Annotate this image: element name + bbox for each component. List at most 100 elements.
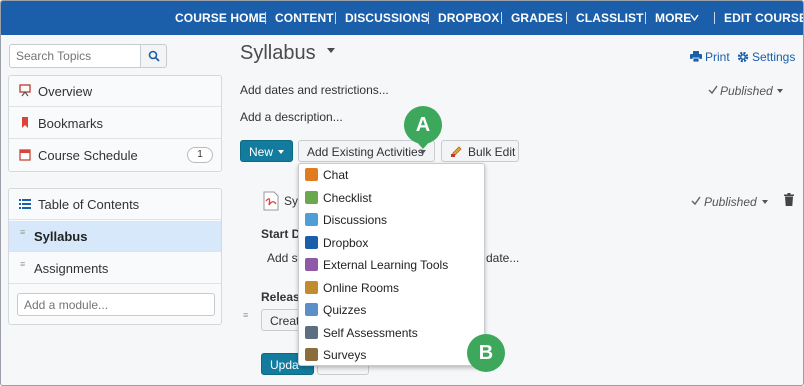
menu-item-surveys[interactable]: Surveys	[299, 344, 484, 366]
release-conditions-heading: Releas	[261, 290, 300, 304]
chevron-down-icon	[420, 150, 426, 154]
page-title: Syllabus	[240, 42, 316, 64]
sidebar-item-assignments[interactable]: ≡ Assignments	[9, 253, 221, 284]
nav-classlist[interactable]: CLASSLIST	[576, 11, 644, 25]
search-button[interactable]	[141, 44, 167, 68]
nav-content[interactable]: CONTENT	[275, 11, 334, 25]
sidebar-item-label: Syllabus	[34, 229, 88, 244]
new-button[interactable]: New	[240, 140, 293, 162]
gear-icon	[737, 51, 749, 63]
topic-published-status[interactable]: Published	[704, 195, 757, 209]
menu-item-label: External Learning Tools	[323, 258, 449, 272]
chevron-down-icon[interactable]	[762, 200, 768, 204]
sidebar-item-label: Table of Contents	[38, 197, 140, 212]
update-button-label: Upda	[270, 358, 299, 372]
published-status[interactable]: Published	[720, 84, 773, 98]
app-frame: COURSE HOME CONTENT DISCUSSIONS DROPBOX …	[0, 0, 804, 386]
menu-item-checklist[interactable]: Checklist	[299, 187, 484, 209]
menu-item-label: Chat	[323, 168, 349, 182]
drag-handle-icon[interactable]: ≡	[20, 260, 26, 273]
nav-more[interactable]: MORE	[655, 11, 691, 25]
bulk-edit-button[interactable]: Bulk Edit	[441, 140, 519, 162]
menu-item-external-learning-tools[interactable]: External Learning Tools	[299, 254, 484, 276]
menu-item-discussions[interactable]: Discussions	[299, 209, 484, 231]
nav-dropbox[interactable]: DROPBOX	[438, 11, 499, 25]
sidebar-item-label: Course Schedule	[38, 148, 138, 163]
add-date-link-tail[interactable]: date...	[486, 251, 519, 265]
nav-grades[interactable]: GRADES	[511, 11, 563, 25]
count-badge: 1	[187, 147, 213, 163]
title-menu-caret-icon[interactable]	[327, 48, 335, 53]
sidebar-item-label: Overview	[38, 84, 93, 99]
pdf-file-icon	[263, 191, 279, 211]
calendar-icon	[19, 149, 31, 161]
search-input[interactable]	[9, 44, 141, 68]
add-module-input[interactable]	[17, 293, 215, 316]
drag-handle-icon[interactable]: ≡	[243, 310, 248, 320]
nav-separator	[428, 12, 429, 24]
nav-separator	[265, 12, 266, 24]
top-nav: COURSE HOME CONTENT DISCUSSIONS DROPBOX …	[1, 1, 803, 35]
sidebar-item-overview[interactable]: Overview	[9, 76, 221, 107]
callout-b: B	[467, 334, 505, 372]
menu-item-label: Surveys	[323, 348, 367, 362]
sidebar-nav-panel: Overview Bookmarks Course Schedule 1	[8, 75, 222, 172]
nav-separator	[645, 12, 646, 24]
surveys-icon	[305, 348, 318, 361]
quizzes-icon	[305, 303, 318, 316]
list-icon	[19, 199, 31, 209]
sidebar-item-course-schedule[interactable]: Course Schedule 1	[9, 140, 221, 171]
bookmark-icon	[22, 117, 28, 128]
nav-edit-course[interactable]: EDIT COURSE	[724, 11, 803, 25]
pencil-icon	[451, 146, 462, 157]
print-icon	[690, 51, 702, 62]
overview-icon	[19, 84, 31, 97]
add-start-date-link[interactable]: Add st	[267, 251, 301, 265]
menu-item-dropbox[interactable]: Dropbox	[299, 232, 484, 254]
nav-discussions[interactable]: DISCUSSIONS	[345, 11, 429, 25]
sidebar-item-label: Assignments	[34, 261, 109, 276]
nav-separator	[566, 12, 567, 24]
menu-item-label: Dropbox	[323, 235, 369, 250]
menu-item-label: Self Assessments	[323, 325, 418, 340]
chat-icon	[305, 168, 318, 181]
callout-a: A	[404, 106, 442, 144]
add-existing-label: Add Existing Activities	[307, 145, 424, 159]
nav-course-home[interactable]: COURSE HOME	[175, 11, 267, 25]
callout-a-pointer	[415, 140, 431, 149]
drag-handle-icon[interactable]: ≡	[20, 228, 26, 241]
menu-item-label: Quizzes	[323, 303, 367, 317]
new-button-label: New	[249, 145, 274, 159]
sidebar-item-label: Bookmarks	[38, 116, 104, 131]
topic-title[interactable]: Sy	[284, 194, 298, 208]
discussions-icon	[305, 213, 318, 226]
online-rooms-icon	[305, 280, 318, 294]
menu-item-label: Online Rooms	[323, 280, 400, 295]
dropbox-icon	[305, 235, 318, 249]
nav-separator	[714, 12, 715, 24]
menu-item-self-assessments[interactable]: Self Assessments	[299, 322, 484, 344]
sidebar-item-table-of-contents[interactable]: Table of Contents	[9, 189, 221, 220]
search-icon	[148, 50, 160, 62]
print-link[interactable]: Print	[705, 50, 730, 64]
menu-item-quizzes[interactable]: Quizzes	[299, 299, 484, 321]
menu-item-label: Checklist	[323, 190, 372, 205]
checkmark-icon	[708, 85, 718, 94]
menu-item-online-rooms[interactable]: Online Rooms	[299, 277, 484, 299]
chevron-down-icon[interactable]	[777, 89, 783, 93]
add-dates-link[interactable]: Add dates and restrictions...	[240, 83, 389, 97]
sidebar-item-syllabus[interactable]: ≡ Syllabus	[9, 221, 221, 252]
chevron-down-icon	[278, 150, 284, 154]
checklist-icon	[305, 190, 318, 204]
add-existing-activities-menu: Chat Checklist Discussions Dropbox External …	[298, 163, 485, 366]
chevron-down-icon	[690, 14, 699, 21]
nav-separator	[335, 12, 336, 24]
menu-item-chat[interactable]: Chat	[299, 164, 484, 186]
settings-link[interactable]: Settings	[752, 50, 795, 64]
self-assessments-icon	[305, 325, 318, 339]
sidebar-item-bookmarks[interactable]: Bookmarks	[9, 108, 221, 139]
bulk-edit-label: Bulk Edit	[468, 145, 516, 159]
trash-icon[interactable]	[784, 193, 794, 206]
checkmark-icon	[691, 196, 701, 205]
add-description-link[interactable]: Add a description...	[240, 110, 343, 124]
